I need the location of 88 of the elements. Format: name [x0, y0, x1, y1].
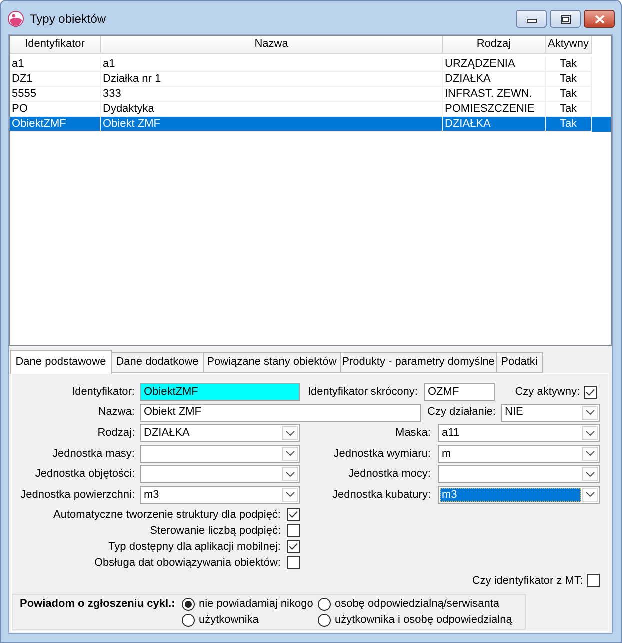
field-label: Identyfikator skrócony: — [308, 384, 418, 400]
tab[interactable]: Produkty - parametry domyślne — [340, 352, 497, 373]
field-label: Nazwa: — [98, 405, 135, 420]
checkbox-label: Czy identyfikator z MT: — [472, 574, 583, 589]
chevron-down-icon — [586, 472, 594, 477]
tab[interactable]: Dane podstawowe — [10, 350, 112, 374]
radio-button[interactable] — [182, 614, 195, 627]
checkbox-label: Sterowanie liczbą podpięć: — [150, 524, 281, 539]
table-row[interactable]: ObiektZMF Obiekt ZMF DZIAŁKA Tak — [10, 117, 611, 132]
dropdown-button[interactable] — [282, 446, 298, 461]
checkmark-icon — [586, 388, 595, 396]
checkbox[interactable] — [287, 508, 300, 522]
chevron-down-icon — [286, 451, 294, 456]
app-icon — [8, 11, 24, 27]
field-label: Jednostka masy: — [52, 446, 135, 462]
text-field[interactable]: OZMF — [424, 383, 495, 401]
field-label: Jednostka mocy: — [348, 467, 431, 482]
minimize-icon — [526, 19, 536, 23]
maximize-button[interactable] — [550, 10, 581, 28]
dropdown-field[interactable]: m — [438, 444, 600, 463]
dropdown-field[interactable] — [438, 465, 600, 484]
chevron-down-icon — [586, 410, 594, 416]
checkbox[interactable] — [584, 386, 597, 398]
radio-button[interactable] — [318, 598, 331, 611]
dropdown-field[interactable]: m3 — [438, 486, 600, 504]
dropdown-button[interactable] — [582, 406, 598, 420]
checkmark-icon — [289, 543, 298, 550]
dropdown-field[interactable]: DZIAŁKA — [140, 424, 300, 442]
field-label: Jednostka wymiaru: — [334, 446, 431, 462]
field-label: Identyfikator: — [72, 384, 135, 400]
dropdown-button[interactable] — [582, 426, 598, 440]
checkbox[interactable] — [587, 574, 600, 588]
field-label: Czy działanie: — [428, 405, 496, 420]
chevron-down-icon — [586, 451, 594, 456]
table-cell: DZIAŁKA — [443, 117, 546, 132]
column-header[interactable]: Identyfikator — [10, 36, 101, 54]
field-label: Czy aktywny: — [515, 384, 580, 400]
radio-button[interactable] — [318, 614, 331, 627]
close-icon — [594, 14, 604, 24]
dropdown-button[interactable] — [282, 426, 298, 440]
chevron-down-icon — [586, 492, 594, 498]
radio-label: użytkownika i osobę odpowiedzialną — [335, 613, 512, 628]
tab[interactable]: Dane dodatkowe — [111, 352, 204, 373]
table-cell: Obiekt ZMF — [101, 117, 443, 132]
checkbox-label: Automatyczne tworzenie struktury dla podpięć: — [54, 508, 281, 523]
dropdown-field[interactable] — [140, 465, 300, 484]
tab[interactable]: Powiązane stany obiektów — [203, 352, 341, 373]
checkbox[interactable] — [287, 524, 300, 538]
chevron-down-icon — [286, 472, 294, 477]
text-field[interactable]: Obiekt ZMF — [140, 404, 421, 422]
checkbox-label: Obsługa dat obowiązywania obiektów: — [94, 556, 281, 571]
field-label: Rodzaj: — [98, 426, 135, 441]
dropdown-button[interactable] — [282, 488, 298, 502]
chevron-down-icon — [286, 430, 294, 436]
checkbox-label: Typ dostępny dla aplikacji mobilnej: — [108, 540, 281, 555]
checkbox[interactable] — [287, 556, 300, 570]
field-label: Jednostka objętości: — [35, 467, 135, 482]
field-label: Maska: — [396, 426, 431, 441]
table-cell: Tak — [546, 117, 592, 132]
radio-button[interactable] — [182, 598, 195, 611]
dropdown-button[interactable] — [582, 488, 598, 502]
checkmark-icon — [289, 511, 298, 518]
text-field[interactable]: ObiektZMF — [140, 383, 300, 401]
column-header[interactable]: Nazwa — [101, 36, 443, 54]
field-label: Jednostka powierzchni: — [20, 488, 135, 503]
dropdown-button[interactable] — [582, 467, 598, 482]
dropdown-field[interactable]: m3 — [140, 486, 300, 504]
chevron-down-icon — [286, 492, 294, 498]
dropdown-field[interactable]: a11 — [438, 424, 600, 442]
field-label: Jednostka kubatury: — [332, 488, 431, 503]
column-header[interactable]: Rodzaj — [443, 36, 546, 54]
radio-label: użytkownika — [199, 613, 259, 628]
table-cell: ObiektZMF — [10, 117, 101, 132]
chevron-down-icon — [586, 430, 594, 436]
tab[interactable]: Podatki — [496, 352, 543, 373]
maximize-icon — [560, 14, 570, 24]
radio-label: osobę odpowiedzialną/serwisanta — [335, 597, 500, 612]
group-label: Powiadom o zgłoszeniu cykl.: — [20, 597, 176, 612]
dropdown-button[interactable] — [282, 467, 298, 482]
radio-label: nie powiadamiaj nikogo — [199, 597, 314, 612]
close-button[interactable] — [584, 10, 615, 28]
minimize-button[interactable] — [516, 10, 547, 28]
window-title: Typy obiektów — [30, 11, 106, 28]
dropdown-button[interactable] — [582, 446, 598, 461]
dropdown-field[interactable] — [140, 444, 300, 463]
checkbox[interactable] — [287, 540, 300, 554]
dropdown-field[interactable]: NIE — [501, 404, 600, 422]
column-header[interactable]: Aktywny — [546, 36, 592, 54]
